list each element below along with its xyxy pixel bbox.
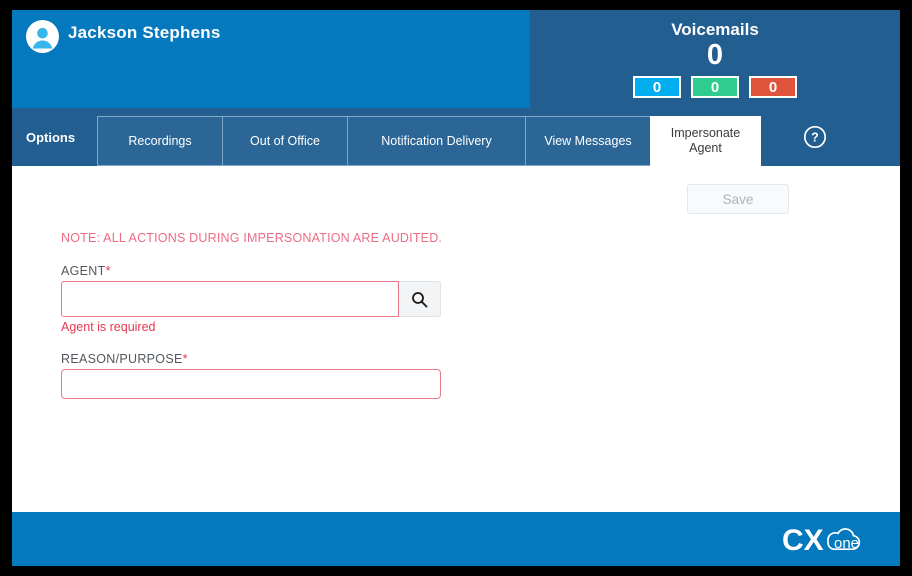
save-button[interactable]: Save (687, 184, 789, 214)
agent-label-text: AGENT (61, 264, 106, 278)
voicemails-title: Voicemails (671, 20, 759, 39)
voicemail-badge-new-value: 0 (652, 78, 662, 96)
voicemails-panel: Voicemails 0 0 0 0 (530, 10, 900, 108)
tab-view-messages-label: View Messages (544, 133, 632, 148)
reason-field-label: REASON/PURPOSE* (61, 352, 188, 366)
svg-text:?: ? (811, 131, 819, 145)
tab-recordings-label: Recordings (128, 133, 192, 148)
tab-impersonate-agent[interactable]: Impersonate Agent (650, 116, 761, 166)
tab-list: Recordings Out of Office Notification De… (97, 116, 761, 166)
voicemail-badge-new[interactable]: 0 (633, 76, 681, 98)
tab-notification-delivery-label: Notification Delivery (381, 133, 492, 148)
tab-bar: Options Recordings Out of Office Notific… (12, 108, 900, 166)
agent-input-group (61, 281, 441, 317)
tab-recordings[interactable]: Recordings (97, 116, 222, 166)
svg-text:CX: CX (782, 524, 824, 556)
user-avatar-icon (26, 20, 59, 53)
agent-input[interactable] (61, 281, 399, 317)
app-window: Jackson Stephens Voicemails 0 0 0 0 Opti… (12, 10, 900, 566)
app-header: Jackson Stephens Voicemails 0 0 0 0 (12, 10, 900, 108)
voicemail-badge-saved[interactable]: 0 (691, 76, 739, 98)
cxone-logo: CX one (782, 520, 886, 557)
header-user-panel: Jackson Stephens (12, 10, 530, 108)
tab-out-of-office[interactable]: Out of Office (222, 116, 347, 166)
save-button-label: Save (722, 191, 754, 207)
agent-search-button[interactable] (399, 281, 441, 317)
user-name: Jackson Stephens (68, 23, 221, 42)
agent-required-marker: * (105, 264, 111, 278)
tab-out-of-office-label: Out of Office (250, 133, 320, 148)
voicemail-badge-urgent[interactable]: 0 (749, 76, 797, 98)
voicemails-total-count: 0 (706, 39, 724, 71)
reason-input[interactable] (61, 369, 441, 399)
voicemail-badge-urgent-value: 0 (768, 78, 778, 96)
reason-label-text: REASON/PURPOSE (61, 352, 183, 366)
svg-text:one: one (834, 535, 859, 552)
voicemail-badge-saved-value: 0 (710, 78, 720, 96)
agent-field-label: AGENT* (61, 264, 111, 278)
question-mark-circle-icon[interactable]: ? (803, 125, 827, 149)
impersonate-agent-form: Save NOTE: ALL ACTIONS DURING IMPERSONAT… (12, 166, 900, 512)
reason-required-marker: * (182, 352, 188, 366)
voicemails-badges: 0 0 0 (530, 76, 900, 98)
agent-validation-error: Agent is required (61, 320, 156, 334)
options-label: Options (26, 129, 76, 145)
tab-impersonate-agent-label: Impersonate Agent (670, 126, 741, 155)
audit-note: NOTE: ALL ACTIONS DURING IMPERSONATION A… (61, 231, 443, 245)
search-icon (412, 291, 428, 307)
screenshot-frame: Jackson Stephens Voicemails 0 0 0 0 Opti… (0, 0, 912, 576)
tab-view-messages[interactable]: View Messages (525, 116, 650, 166)
tab-notification-delivery[interactable]: Notification Delivery (347, 116, 525, 166)
app-footer: CX one (12, 512, 900, 566)
